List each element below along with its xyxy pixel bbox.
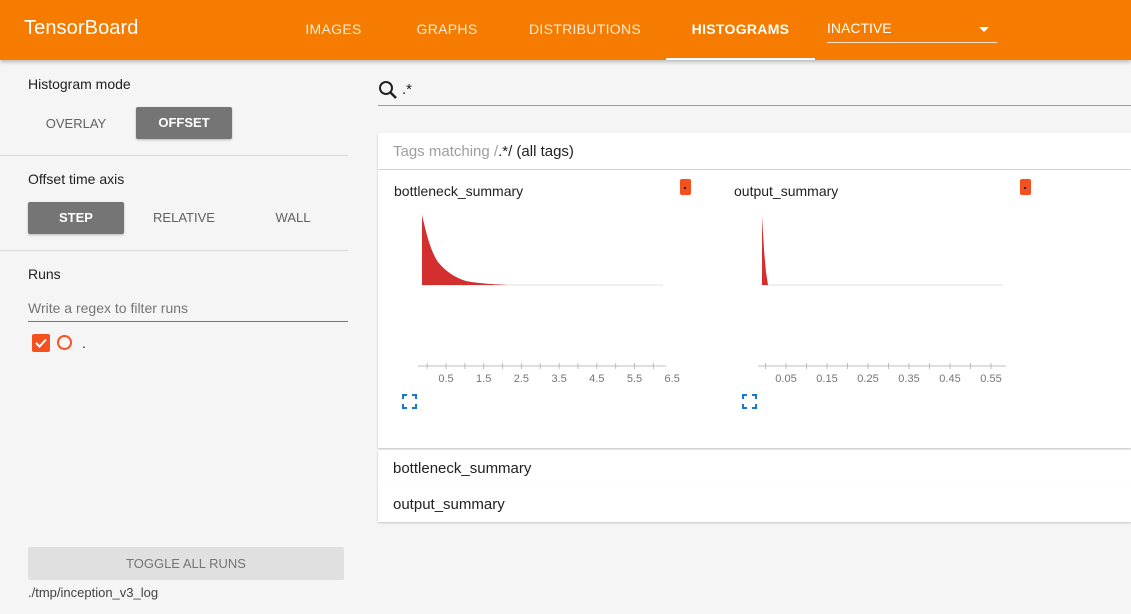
runs-title: Runs	[28, 266, 61, 282]
tick-label: 4.5	[589, 373, 604, 385]
tags-regex: .*	[498, 143, 509, 160]
chevron-down-icon	[979, 27, 989, 32]
tab-graphs[interactable]: GRAPHS	[408, 0, 486, 60]
wall-button[interactable]: WALL	[245, 202, 341, 234]
tick-label: 1.5	[476, 373, 491, 385]
sidebar: Histogram mode OVERLAY OFFSET Offset tim…	[0, 60, 348, 614]
app-title: TensorBoard	[24, 17, 139, 39]
search-input[interactable]: .*	[402, 81, 412, 98]
histogram-shape	[422, 215, 508, 285]
collapsed-title: output_summary	[393, 496, 505, 513]
inactive-plugins-dropdown[interactable]: INACTIVE	[827, 16, 997, 43]
run-label: .	[82, 335, 86, 351]
top-bar: TensorBoard IMAGES GRAPHS DISTRIBUTIONS …	[0, 0, 1131, 60]
chart-title-bottleneck: bottleneck_summary	[394, 183, 524, 199]
histogram-shape	[762, 216, 768, 285]
divider	[0, 250, 348, 251]
tick-label: 0.5	[438, 373, 453, 385]
histogram-chart-output: 0.05 0.15 0.25 0.35 0.45 0.55	[758, 216, 1006, 385]
checkmark-icon	[35, 338, 47, 348]
collapsed-output-summary[interactable]: output_summary	[378, 486, 1131, 522]
run-color-radio[interactable]	[57, 335, 72, 350]
tick-label: 2.5	[514, 373, 529, 385]
relative-button[interactable]: RELATIVE	[136, 202, 232, 234]
search-icon	[379, 81, 397, 99]
expand-icon[interactable]	[742, 394, 757, 409]
tick-label: 3.5	[551, 373, 566, 385]
toggle-all-runs-button[interactable]: TOGGLE ALL RUNS	[28, 547, 344, 580]
tick-label: 0.05	[775, 373, 796, 385]
divider	[0, 155, 348, 156]
tag-search[interactable]: .*	[378, 76, 1131, 106]
logdir-path: ./tmp/inception_v3_log	[28, 585, 159, 600]
tags-prefix: Tags matching /	[393, 143, 499, 160]
run-badge	[680, 179, 691, 195]
histogram-chart-bottleneck: 0.5 1.5 2.5 3.5 4.5 5.5 6.5	[418, 215, 680, 385]
tab-images[interactable]: IMAGES	[296, 0, 371, 60]
tick-label: 0.45	[939, 373, 960, 385]
tags-matching-header[interactable]: Tags matching /.*/ (all tags)	[378, 133, 1131, 169]
run-badge	[1020, 179, 1031, 195]
tick-label: 0.35	[898, 373, 919, 385]
tags-matching-text: Tags matching /.*/ (all tags)	[393, 143, 574, 160]
run-checkbox[interactable]	[32, 334, 50, 352]
tick-label: 0.55	[980, 373, 1001, 385]
overlay-button[interactable]: OVERLAY	[28, 108, 124, 140]
offset-button[interactable]: OFFSET	[136, 107, 232, 139]
step-button[interactable]: STEP	[28, 202, 124, 234]
tick-label: 5.5	[627, 373, 642, 385]
chart-title-output: output_summary	[734, 183, 839, 199]
tick-label: 0.15	[816, 373, 837, 385]
collapsed-title: bottleneck_summary	[393, 460, 532, 477]
tick-label: 6.5	[665, 373, 680, 385]
dropdown-value: INACTIVE	[827, 20, 892, 36]
tab-histograms[interactable]: HISTOGRAMS	[666, 0, 815, 60]
histogram-card: bottleneck_summary 0.5 1.5 2.5 3.5 4.5 5.5 6.5…	[378, 170, 1131, 448]
tab-distributions[interactable]: DISTRIBUTIONS	[526, 0, 644, 60]
tags-suffix: / (all tags)	[508, 143, 574, 160]
collapsed-bottleneck-summary[interactable]: bottleneck_summary	[378, 450, 1131, 486]
run-filter-input[interactable]: Write a regex to filter runs	[28, 296, 348, 322]
expand-icon[interactable]	[402, 394, 417, 409]
tick-label: 0.25	[857, 373, 878, 385]
histogram-mode-title: Histogram mode	[28, 76, 131, 92]
offset-time-axis-title: Offset time axis	[28, 171, 125, 187]
